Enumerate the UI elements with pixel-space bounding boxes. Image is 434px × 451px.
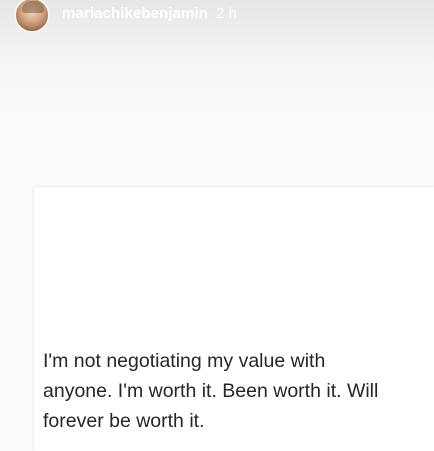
tweet-card: I'm not negotiating my value with anyone… — [34, 187, 434, 451]
post-text: I'm not negotiating my value with anyone… — [43, 350, 379, 432]
story-header: mariachikebenjamin 2 h — [14, 0, 237, 40]
username[interactable]: mariachikebenjamin — [62, 5, 208, 22]
avatar[interactable] — [14, 0, 50, 33]
post-time: 2 h — [216, 4, 237, 22]
